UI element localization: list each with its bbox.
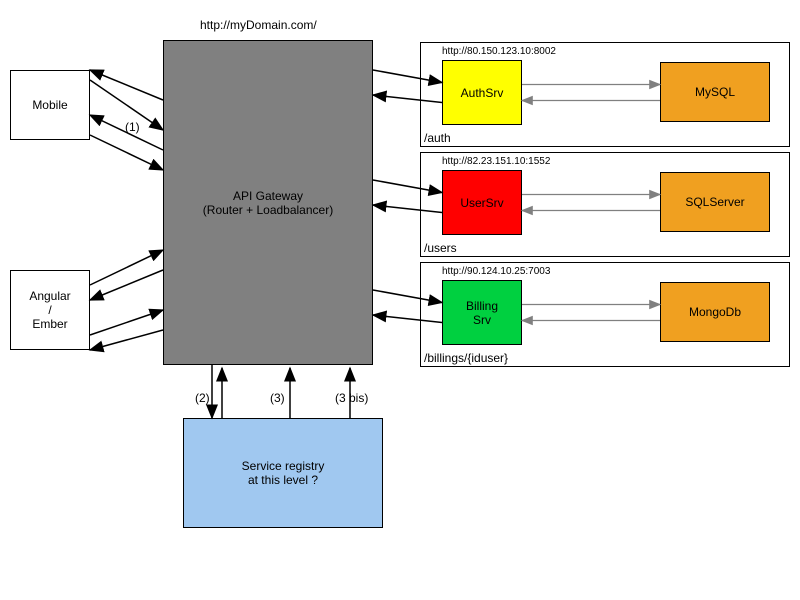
api-gateway: API Gateway (Router + Loadbalancer) bbox=[163, 40, 373, 365]
client-mobile: Mobile bbox=[10, 70, 90, 140]
service-path: /users bbox=[424, 241, 457, 255]
edge-label-1: (1) bbox=[125, 120, 140, 134]
service-registry: Service registry at this level ? bbox=[183, 418, 383, 528]
service-box: Billing Srv bbox=[442, 280, 522, 345]
diagram-canvas: http://myDomain.com/ Mobile Angular / Em… bbox=[0, 0, 800, 600]
service-box: UserSrv bbox=[442, 170, 522, 235]
database-box: SQLServer bbox=[660, 172, 770, 232]
service-url: http://80.150.123.10:8002 bbox=[442, 46, 556, 57]
edge-label-3: (3) bbox=[270, 391, 285, 405]
database-box: MongoDb bbox=[660, 282, 770, 342]
edge-label-2: (2) bbox=[195, 391, 210, 405]
service-url: http://82.23.151.10:1552 bbox=[442, 156, 550, 167]
service-url: http://90.124.10.25:7003 bbox=[442, 266, 550, 277]
service-box: AuthSrv bbox=[442, 60, 522, 125]
gateway-url: http://myDomain.com/ bbox=[200, 18, 317, 32]
client-angular: Angular / Ember bbox=[10, 270, 90, 350]
api-gateway-label: API Gateway (Router + Loadbalancer) bbox=[203, 189, 333, 217]
client-angular-label: Angular / Ember bbox=[29, 289, 70, 331]
client-mobile-label: Mobile bbox=[32, 98, 67, 112]
edge-label-3bis: (3 bis) bbox=[335, 391, 368, 405]
service-path: /billings/{iduser} bbox=[424, 351, 508, 365]
database-box: MySQL bbox=[660, 62, 770, 122]
service-registry-label: Service registry at this level ? bbox=[242, 459, 325, 487]
service-path: /auth bbox=[424, 131, 451, 145]
